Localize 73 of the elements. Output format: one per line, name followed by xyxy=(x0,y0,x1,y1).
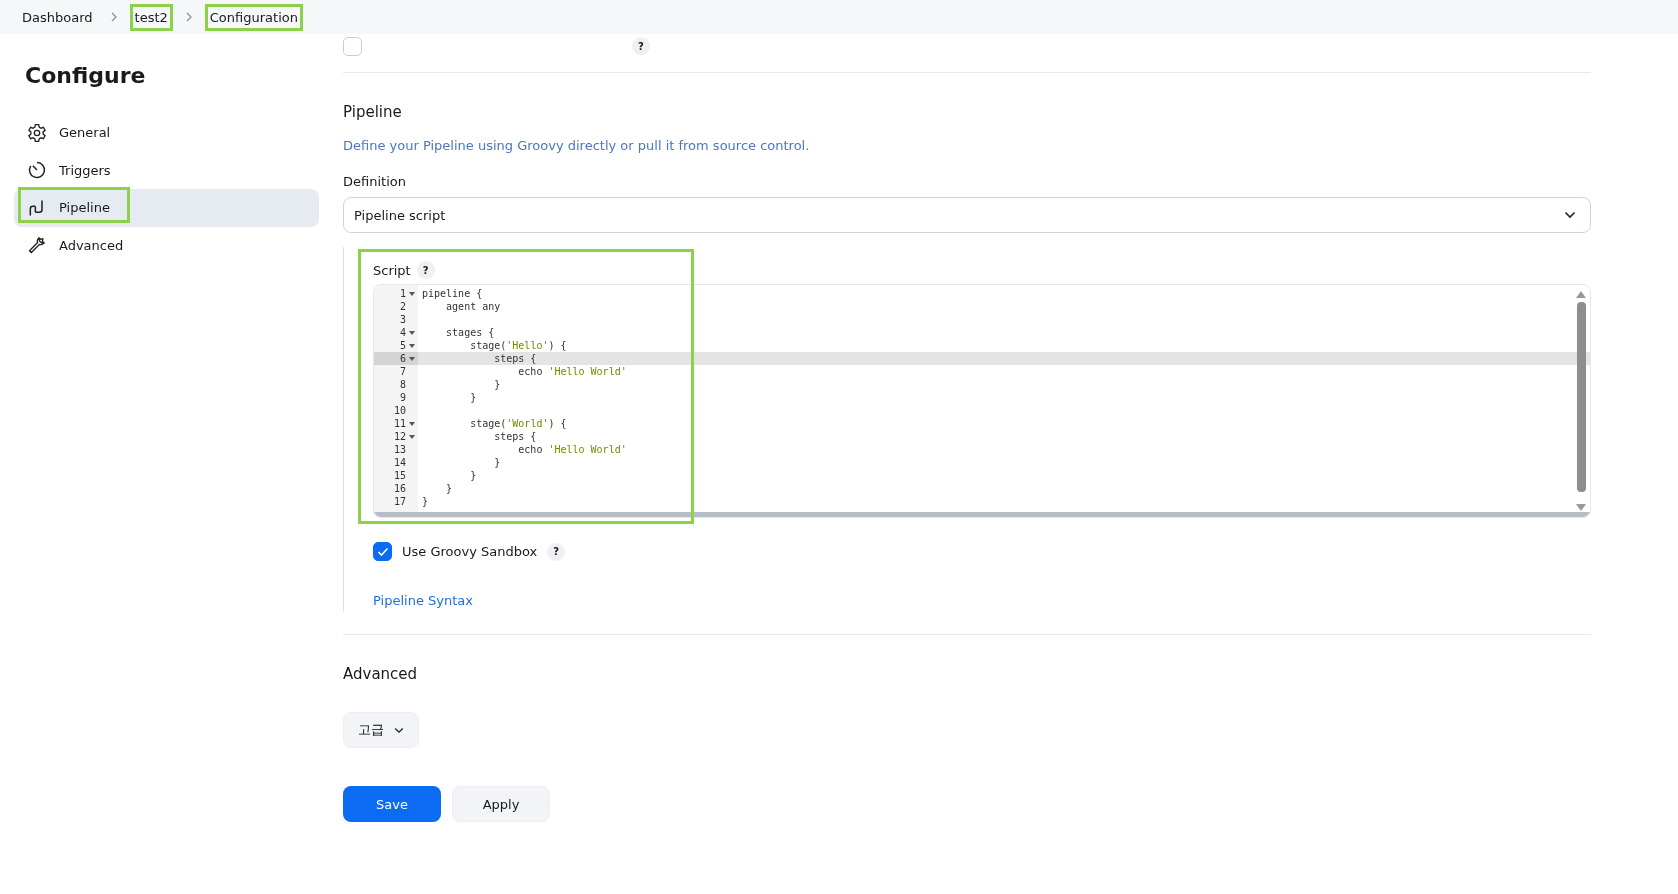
sidebar-item[interactable]: Advanced xyxy=(14,226,319,264)
code-text: } xyxy=(493,379,501,390)
line-number: 5 xyxy=(398,339,406,352)
definition-dropdown[interactable]: Pipeline script xyxy=(343,197,1591,233)
line-number: 13 xyxy=(392,443,406,456)
line-number: 1 xyxy=(398,287,406,300)
fold-icon[interactable] xyxy=(409,356,415,361)
code-text: steps { xyxy=(493,431,537,442)
wrench-icon xyxy=(27,235,47,256)
line-number: 10 xyxy=(392,404,406,417)
help-button[interactable]: ? xyxy=(547,542,566,561)
line-number: 17 xyxy=(392,495,406,508)
help-button[interactable]: ? xyxy=(416,261,435,279)
code-text: } xyxy=(445,483,453,494)
field-label: Script xyxy=(373,262,411,278)
sidebar-item[interactable]: Triggers xyxy=(14,151,319,189)
checkbox-label: Use Groovy Sandbox xyxy=(402,544,538,559)
code-text: stage('World') { xyxy=(469,418,567,429)
code-text: stages { xyxy=(445,327,495,338)
field-label: Definition xyxy=(343,174,407,189)
fold-icon[interactable] xyxy=(409,343,415,348)
code-text: stage('Hello') { xyxy=(469,340,567,351)
fold-icon[interactable] xyxy=(409,421,415,426)
code-text: } xyxy=(421,496,429,507)
pipeline-syntax-link[interactable]: Pipeline Syntax xyxy=(373,593,473,608)
breadcrumb-link[interactable]: Dashboard xyxy=(17,3,98,31)
chevron-down-icon xyxy=(394,726,404,734)
code-text: steps { xyxy=(493,353,537,364)
timer-icon xyxy=(27,160,47,181)
line-number: 16 xyxy=(392,482,406,495)
code-text: } xyxy=(493,457,501,468)
line-number: 11 xyxy=(392,417,406,430)
breadcrumb-link[interactable]: test2 xyxy=(129,3,173,31)
code-text: agent any xyxy=(445,301,501,312)
code-editor[interactable]: 1 pipeline { 2 agent any 3 4 stages { 5 stage('Hello') { 6 steps { 7 echo 'Hello World' 8 } 9 } 10 11 stage('World') { 12 steps { 13 echo 'Hello World' 14 } 15 } 16 } 17 } xyxy=(373,284,1591,518)
scrollbar[interactable] xyxy=(1575,291,1587,511)
line-number: 14 xyxy=(392,456,406,469)
code-text: } xyxy=(469,392,477,403)
settings-icon xyxy=(27,122,47,143)
sidebar-item[interactable]: Pipeline xyxy=(14,189,319,227)
breadcrumb-link[interactable]: Configuration xyxy=(204,3,303,31)
section-title: Advanced xyxy=(343,665,419,683)
checkbox[interactable] xyxy=(373,542,392,561)
chevron-icon xyxy=(109,12,118,22)
scroll-up-icon[interactable] xyxy=(1576,291,1586,298)
fold-icon[interactable] xyxy=(409,434,415,439)
line-number: 8 xyxy=(398,378,406,391)
line-number: 4 xyxy=(398,326,406,339)
checkbox[interactable] xyxy=(343,36,362,56)
chevron-icon xyxy=(184,12,193,22)
checkmark-icon xyxy=(376,546,389,557)
fold-icon[interactable] xyxy=(409,291,415,296)
fold-icon[interactable] xyxy=(409,330,415,335)
chevron-down-icon xyxy=(1564,211,1576,219)
line-number: 6 xyxy=(398,352,406,365)
line-number: 15 xyxy=(392,469,406,482)
line-number: 3 xyxy=(398,313,406,326)
section-title: Pipeline xyxy=(343,103,403,121)
advanced-button[interactable]: 고급 xyxy=(343,712,419,748)
line-number: 9 xyxy=(398,391,406,404)
code-text: echo 'Hello World' xyxy=(517,444,627,455)
line-number: 12 xyxy=(392,430,406,443)
help-button[interactable]: ? xyxy=(632,37,650,55)
line-number: 2 xyxy=(398,300,406,313)
code-text: } xyxy=(469,470,477,481)
page-title: Configure xyxy=(25,63,147,88)
apply-button[interactable]: Apply xyxy=(452,786,550,822)
line-number: 7 xyxy=(398,365,406,378)
sidebar-item[interactable]: General xyxy=(14,114,319,152)
code-text: pipeline { xyxy=(421,288,483,299)
code-text: echo 'Hello World' xyxy=(517,366,627,377)
section-description: Define your Pipeline using Groovy directly or pull it from source control. xyxy=(343,138,811,153)
save-button[interactable]: Save xyxy=(343,786,441,822)
